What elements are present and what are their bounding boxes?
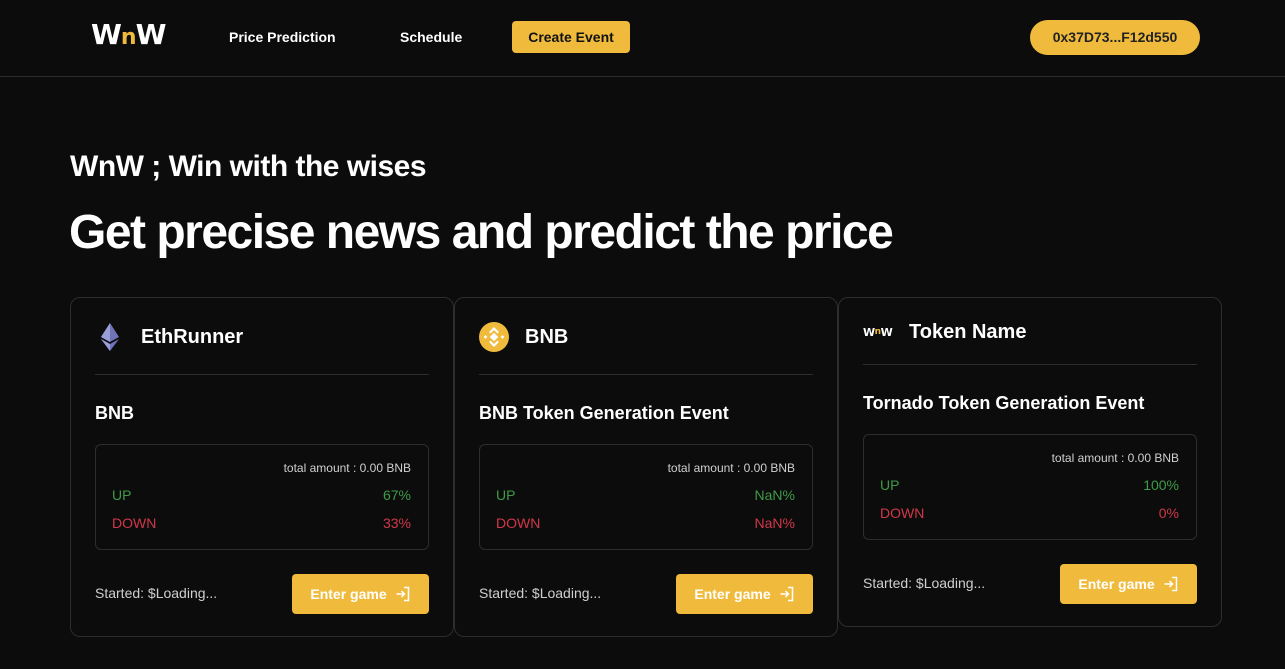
logo-letter: W — [135, 18, 167, 51]
enter-game-label: Enter game — [694, 586, 771, 602]
down-label: DOWN — [880, 505, 925, 521]
token-name: Token Name — [909, 321, 1027, 343]
token-name: EthRunner — [141, 326, 244, 348]
event-card: BNB BNB Token Generation Event total amo… — [454, 297, 838, 637]
down-label: DOWN — [496, 515, 541, 531]
up-label: UP — [496, 487, 516, 503]
bnb-icon — [479, 322, 509, 352]
wnw-logo-icon: WnW — [863, 317, 893, 347]
card-header: BNB — [479, 298, 813, 375]
up-percentage: NaN% — [754, 487, 795, 503]
bet-stats: total amount : 0.00 BNB UP 67% DOWN 33% — [95, 444, 429, 550]
logo-letter: W — [91, 18, 122, 51]
up-percentage: 67% — [382, 487, 411, 503]
up-percentage: 100% — [1143, 477, 1179, 493]
enter-game-button[interactable]: Enter game — [1060, 564, 1197, 604]
create-event-button[interactable]: Create Event — [512, 21, 630, 53]
event-card: EthRunner BNB total amount : 0.00 BNB UP… — [70, 297, 454, 637]
bet-stats: total amount : 0.00 BNB UP 100% DOWN 0% — [863, 434, 1197, 540]
enter-game-label: Enter game — [310, 586, 387, 602]
up-label: UP — [112, 487, 132, 503]
enter-game-button[interactable]: Enter game — [676, 574, 813, 614]
card-header: WnW Token Name — [863, 298, 1197, 365]
ethereum-icon — [95, 322, 125, 352]
wnw-logo[interactable]: WnW — [91, 18, 167, 53]
token-name: BNB — [525, 326, 569, 348]
navbar: WnW Price Prediction Schedule Create Eve… — [0, 0, 1285, 77]
down-percentage: 0% — [1158, 505, 1179, 521]
enter-icon — [396, 586, 409, 602]
total-amount: total amount : 0.00 BNB — [667, 461, 795, 475]
logo-letter: W — [863, 325, 875, 339]
logo-letter: n — [120, 25, 137, 50]
event-title: BNB Token Generation Event — [479, 403, 729, 423]
wallet-address-button[interactable]: 0x37D73...F12d550 — [1030, 20, 1200, 55]
hero-tagline: WnW ; Win with the wises — [70, 150, 427, 183]
nav-schedule[interactable]: Schedule — [400, 28, 462, 46]
nav-price-prediction[interactable]: Price Prediction — [229, 28, 336, 46]
total-amount: total amount : 0.00 BNB — [1051, 451, 1179, 465]
card-header: EthRunner — [95, 298, 429, 375]
down-label: DOWN — [112, 515, 157, 531]
total-amount: total amount : 0.00 BNB — [283, 461, 411, 475]
logo-letter: W — [880, 325, 893, 339]
bet-stats: total amount : 0.00 BNB UP NaN% DOWN NaN… — [479, 444, 813, 550]
enter-game-label: Enter game — [1078, 576, 1155, 592]
up-label: UP — [880, 477, 900, 493]
event-title: BNB — [95, 403, 134, 423]
started-text: Started: $Loading... — [479, 585, 602, 601]
hero-headline: Get precise news and predict the price — [69, 206, 894, 259]
started-text: Started: $Loading... — [95, 585, 218, 601]
started-text: Started: $Loading... — [863, 575, 986, 591]
down-percentage: 33% — [382, 515, 411, 531]
enter-icon — [1164, 576, 1177, 592]
enter-game-button[interactable]: Enter game — [292, 574, 429, 614]
enter-icon — [780, 586, 793, 602]
down-percentage: NaN% — [754, 515, 795, 531]
event-title: Tornado Token Generation Event — [863, 393, 1145, 413]
event-card: WnW Token Name Tornado Token Generation … — [838, 297, 1222, 627]
